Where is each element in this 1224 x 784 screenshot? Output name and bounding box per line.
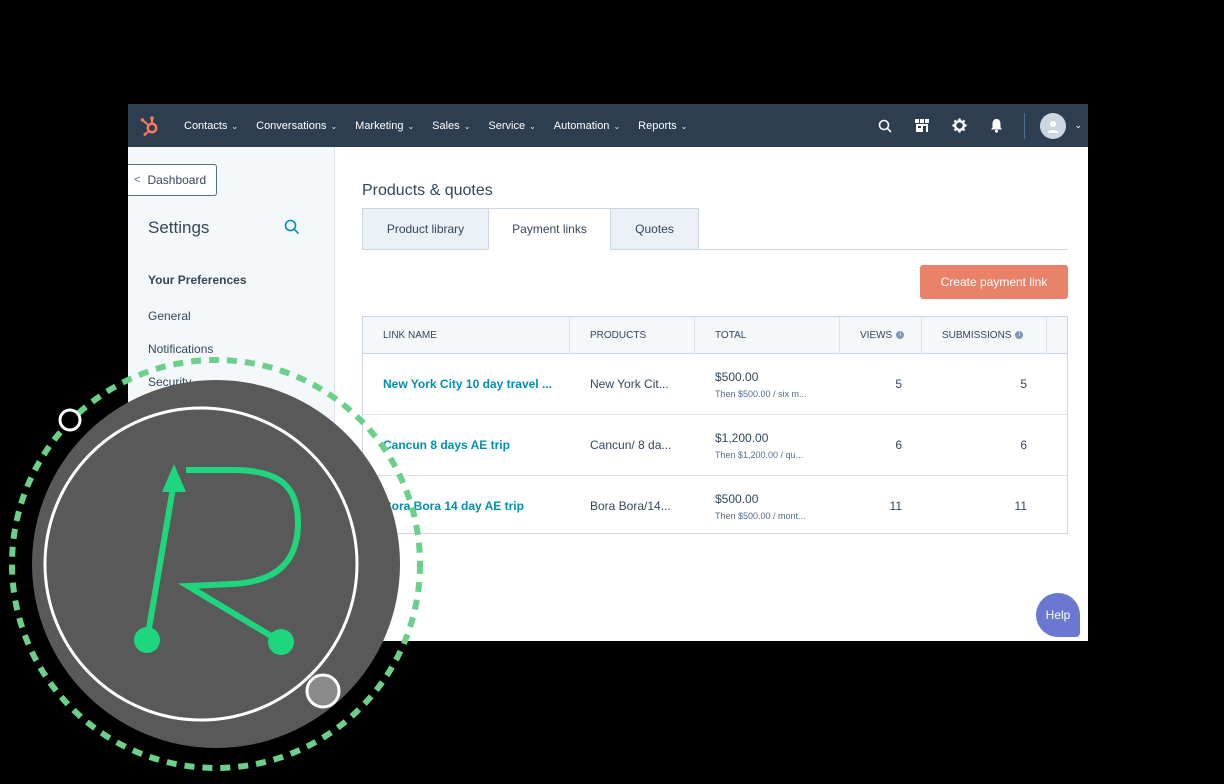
column-header-label: PRODUCTS (590, 329, 647, 341)
column-header-submissions[interactable]: SUBMISSIONS i (922, 317, 1047, 353)
back-button-label: Dashboard (147, 173, 207, 187)
chevron-down-icon: ⌄ (613, 122, 621, 131)
sidebar-section-heading: Your Preferences (148, 273, 247, 287)
nav-label: Sales (432, 119, 460, 132)
nav-label: Contacts (184, 119, 228, 132)
total-amount: $500.00 (715, 491, 759, 506)
column-header-link-name[interactable]: LINK NAME (363, 317, 570, 353)
top-navigation: Contacts ⌄ Conversations ⌄ Marketing ⌄ Sale… (128, 104, 1088, 147)
total-recurring: Then $500.00 / six m... (715, 388, 807, 399)
tab-quotes[interactable]: Quotes (610, 208, 699, 250)
submissions-cell: 6 (1020, 438, 1027, 452)
info-icon[interactable]: i (896, 331, 905, 339)
total-cell: $1,200.00 Then $1,200.00 / qu... (695, 415, 840, 475)
total-wrap: $500.00 Then $500.00 / mont... (715, 492, 806, 521)
tab-product-library[interactable]: Product library (362, 208, 489, 250)
submissions-cell: 5 (1020, 377, 1027, 391)
nav-label: Reports (638, 119, 677, 132)
marketplace-icon[interactable] (913, 117, 931, 135)
total-wrap: $500.00 Then $500.00 / six m... (715, 370, 807, 399)
column-header-products[interactable]: PRODUCTS (570, 317, 695, 353)
chevron-down-icon: ⌄ (463, 122, 471, 131)
nav-label: Marketing (355, 119, 404, 132)
column-header-label: TOTAL (715, 329, 747, 341)
total-recurring: Then $1,200.00 / qu... (715, 449, 804, 460)
column-header-views[interactable]: VIEWS i (840, 317, 922, 353)
nav-utilities: ⌄ (876, 104, 1088, 147)
total-wrap: $1,200.00 Then $1,200.00 / qu... (715, 431, 803, 460)
page-title: Products & quotes (362, 182, 493, 199)
chevron-down-icon: ⌄ (330, 122, 338, 131)
hubspot-logo-icon[interactable] (130, 104, 170, 147)
total-cell: $500.00 Then $500.00 / six m... (695, 354, 840, 414)
table-row: Bora Bora 14 day AE trip Bora Bora/14...… (363, 476, 1067, 536)
products-cell: Cancun/ 8 da... (590, 438, 672, 452)
nav-service[interactable]: Service ⌄ (488, 120, 535, 132)
nav-menu: Contacts ⌄ Conversations ⌄ Marketing ⌄ Sale… (184, 120, 705, 132)
nav-label: Conversations (256, 119, 327, 132)
total-cell: $500.00 Then $500.00 / mont... (695, 476, 840, 536)
table-header: LINK NAME PRODUCTS TOTAL VIEWS i SUBMISSI… (363, 317, 1067, 354)
views-cell: 5 (895, 377, 902, 391)
tabs: Product library Payment links Quotes (362, 208, 699, 250)
nav-conversations[interactable]: Conversations ⌄ (256, 120, 337, 132)
bell-icon[interactable] (987, 117, 1005, 135)
avatar[interactable] (1040, 112, 1067, 139)
sidebar-item-general[interactable]: General (148, 309, 191, 323)
column-header-spacer (1047, 317, 1067, 353)
payment-links-table: LINK NAME PRODUCTS TOTAL VIEWS i SUBMISSI… (362, 316, 1068, 534)
ring-handle-end (305, 673, 341, 709)
gear-icon[interactable] (950, 117, 968, 135)
column-header-label: LINK NAME (383, 329, 437, 341)
search-icon[interactable] (876, 117, 894, 135)
info-icon[interactable]: i (1015, 331, 1024, 339)
views-cell: 6 (895, 438, 902, 452)
help-button[interactable]: Help (1036, 593, 1080, 637)
nav-sales[interactable]: Sales ⌄ (432, 120, 470, 132)
products-cell: Bora Bora/14... (590, 499, 671, 513)
chevron-down-icon: ⌄ (407, 122, 415, 131)
badge-disc (32, 380, 400, 748)
submissions-cell: 11 (1014, 499, 1027, 513)
views-cell: 11 (889, 499, 902, 513)
search-icon[interactable] (284, 219, 302, 237)
column-header-label: VIEWS (860, 329, 893, 341)
nav-label: Automation (553, 119, 610, 132)
nav-contacts[interactable]: Contacts ⌄ (184, 120, 238, 132)
back-to-dashboard-button[interactable]: < Dashboard (128, 164, 217, 196)
total-recurring: Then $500.00 / mont... (715, 510, 806, 521)
total-amount: $1,200.00 (715, 430, 769, 445)
nav-reports[interactable]: Reports ⌄ (638, 120, 687, 132)
r-logo-badge (9, 357, 423, 771)
nav-divider (1024, 112, 1026, 139)
column-header-label: SUBMISSIONS (942, 329, 1012, 341)
settings-title: Settings (148, 218, 210, 237)
create-payment-link-button[interactable]: Create payment link (920, 265, 1068, 299)
chevron-down-icon: ⌄ (231, 122, 239, 131)
tabs-divider (362, 249, 1068, 250)
ring-handle-start (58, 408, 82, 432)
column-header-total[interactable]: TOTAL (695, 317, 840, 353)
tab-payment-links[interactable]: Payment links (488, 208, 611, 250)
nav-automation[interactable]: Automation ⌄ (554, 120, 620, 132)
chevron-left-icon: < (134, 174, 141, 186)
chevron-down-icon: ⌄ (529, 122, 536, 131)
table-row: Cancun 8 days AE trip Cancun/ 8 da... $1… (363, 415, 1067, 476)
table-row: New York City 10 day travel ... New York… (363, 354, 1067, 415)
total-amount: $500.00 (715, 369, 759, 384)
nav-label: Service (488, 119, 526, 132)
nav-marketing[interactable]: Marketing ⌄ (355, 120, 414, 132)
chevron-down-icon: ⌄ (680, 122, 688, 131)
chevron-down-icon[interactable]: ⌄ (1074, 120, 1082, 131)
products-cell: New York Cit... (590, 377, 669, 391)
